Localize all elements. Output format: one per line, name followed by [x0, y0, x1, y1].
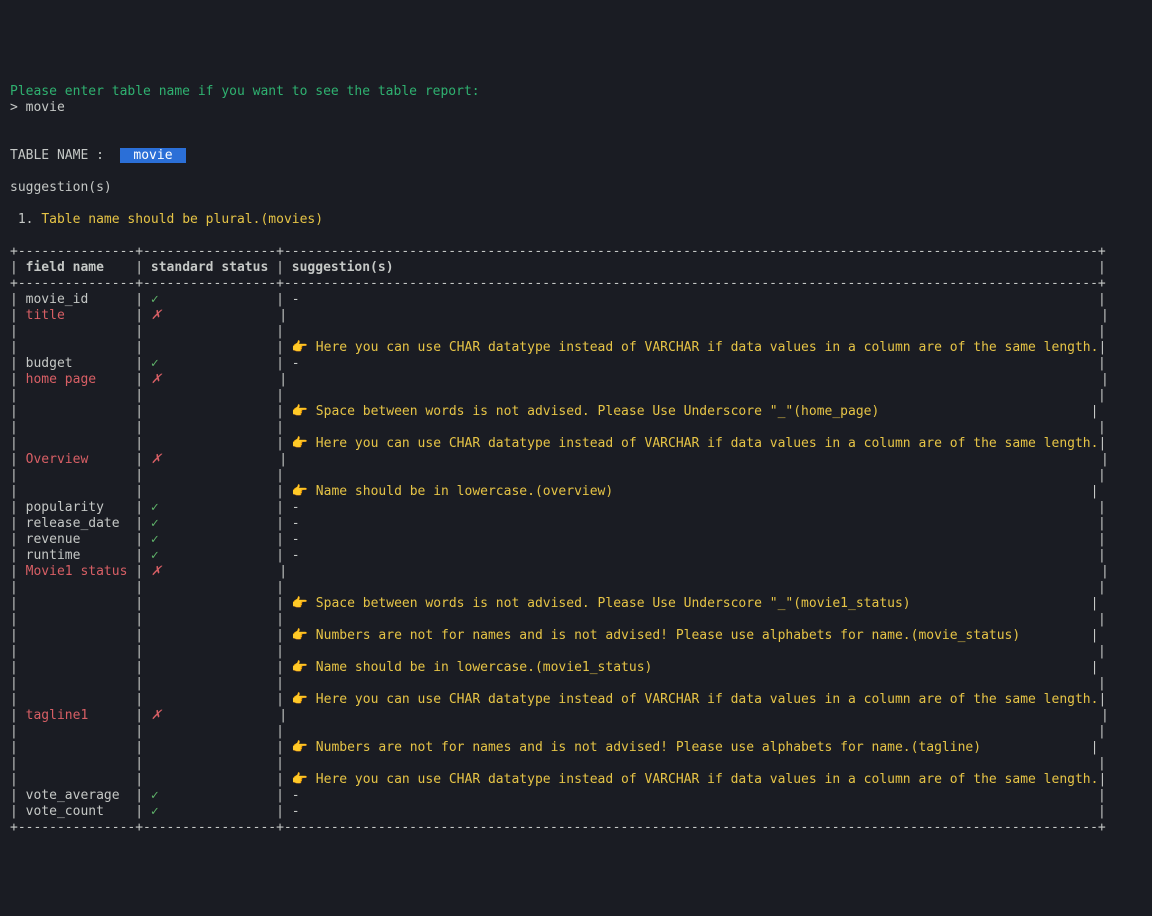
table-name-value: movie [120, 148, 187, 163]
terminal-output: Please enter table name if you want to s… [10, 84, 1142, 836]
